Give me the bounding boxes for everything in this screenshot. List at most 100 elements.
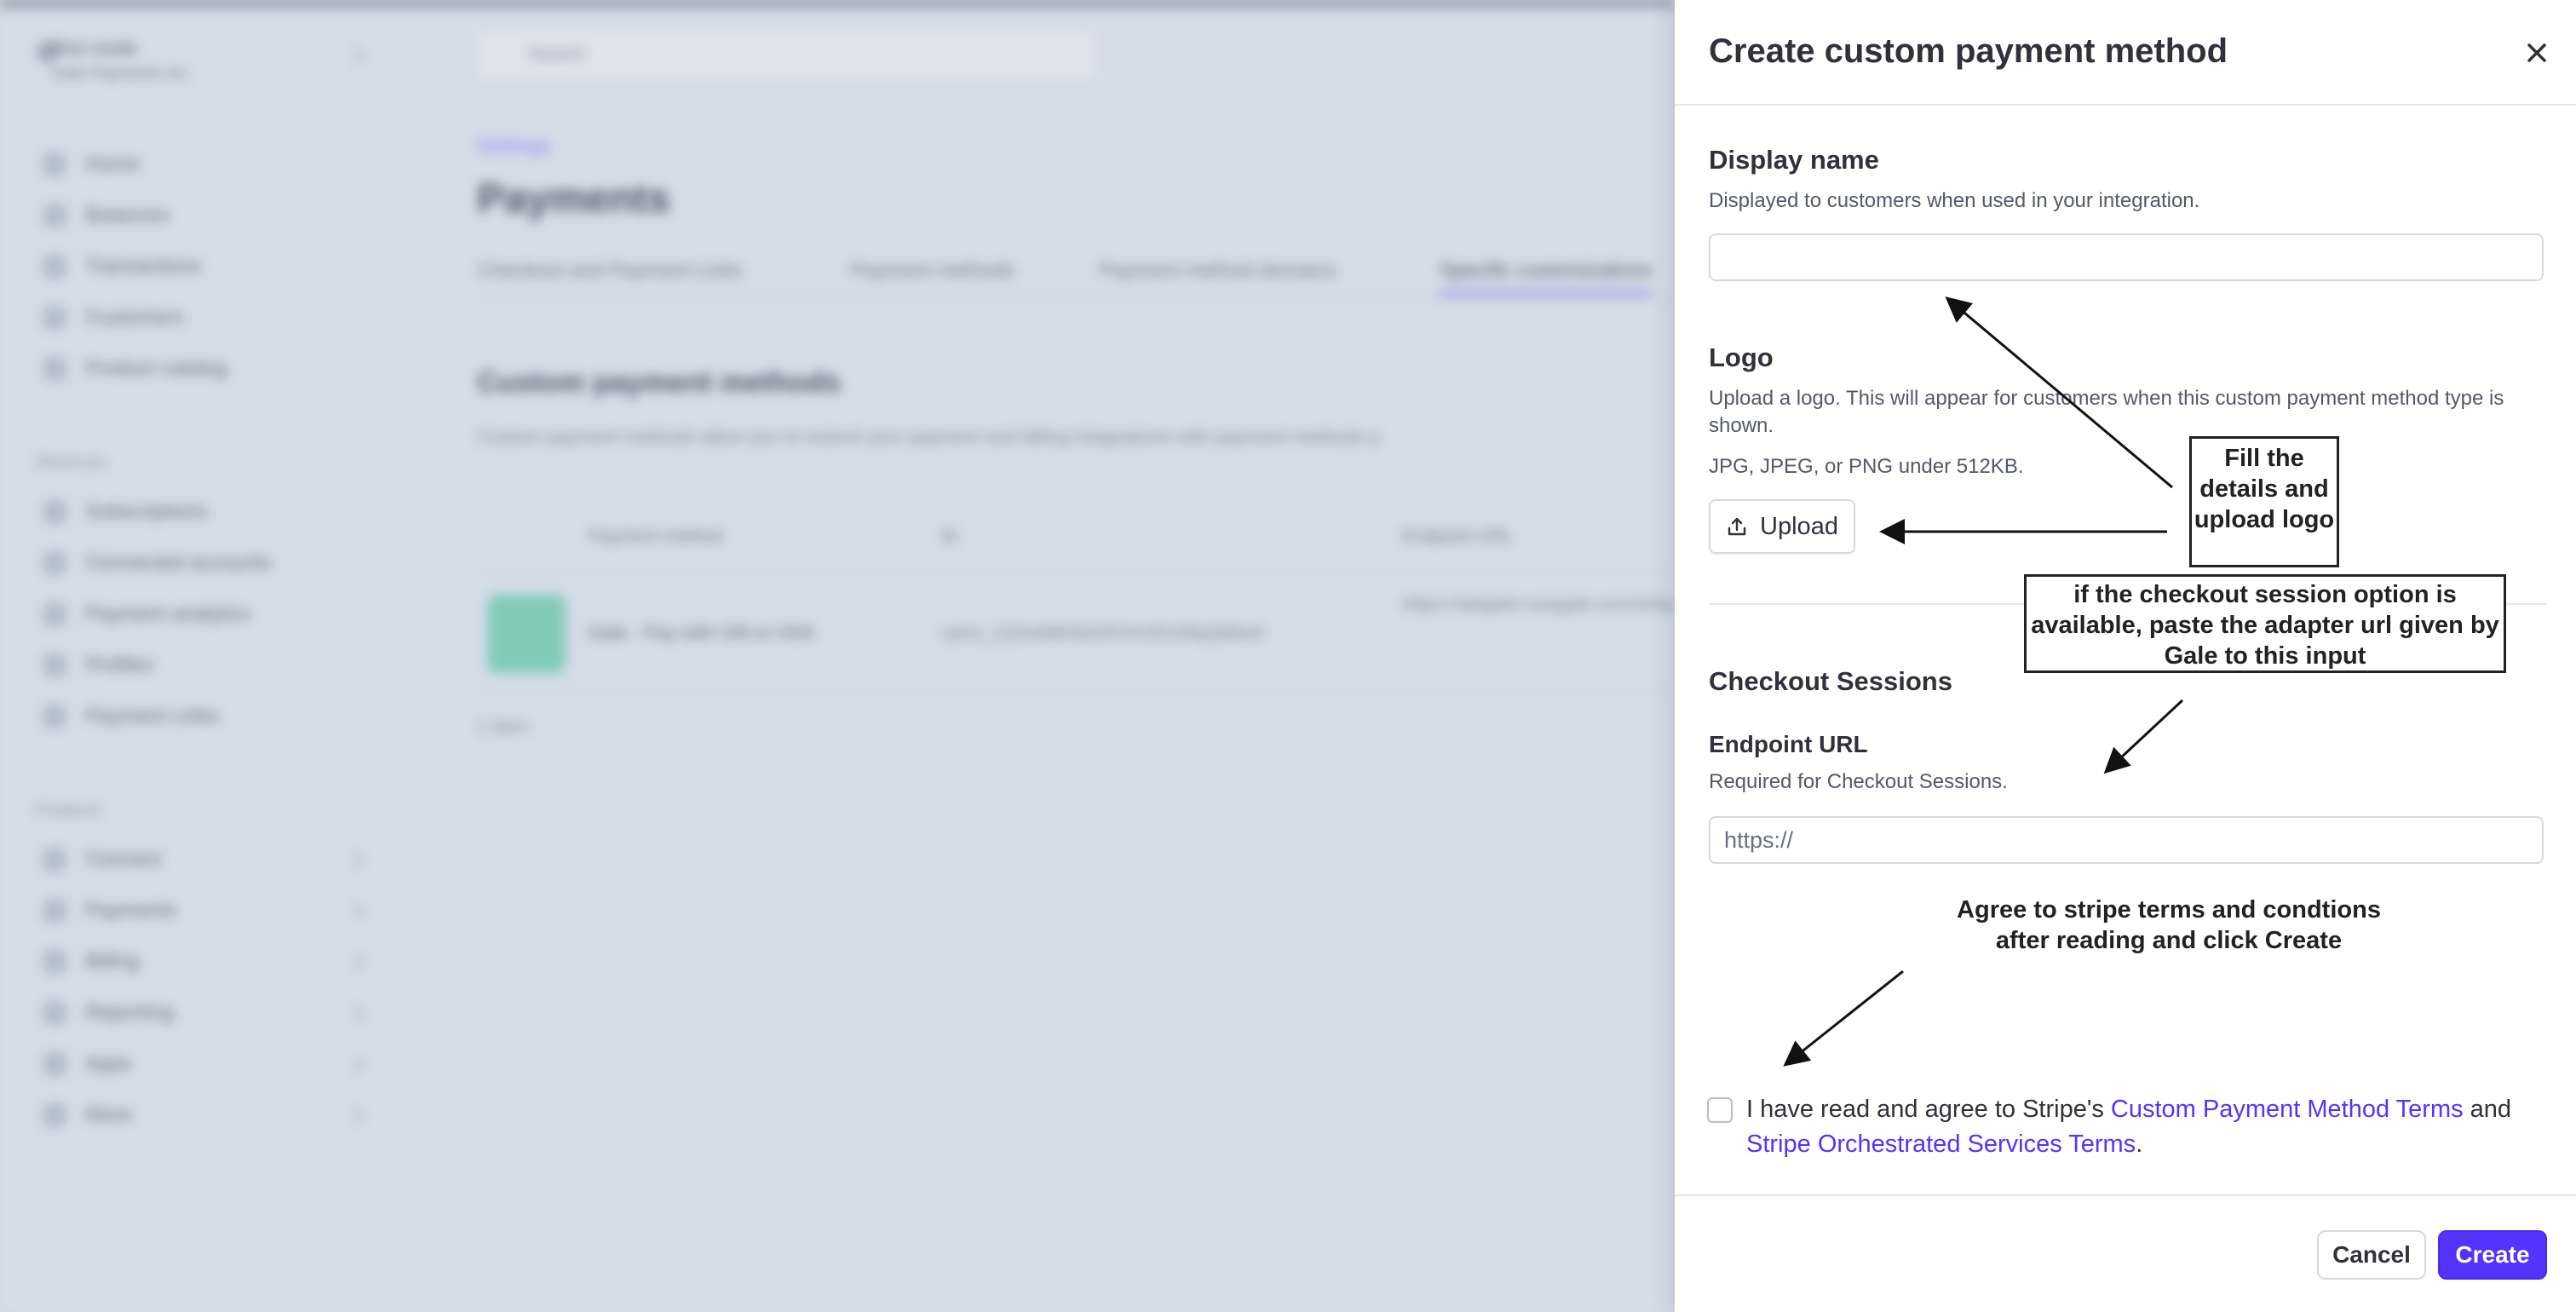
logo-label: Logo [1709, 342, 1774, 372]
background-dashboard: Test mode Gale Payments Inc. Search Home… [0, 0, 1678, 1312]
search-placeholder: Search [528, 44, 585, 64]
account-sub: Gale Payments Inc. [51, 65, 193, 83]
product-more[interactable]: More [43, 1101, 132, 1130]
cancel-button[interactable]: Cancel [2317, 1230, 2426, 1280]
product-apps[interactable]: Apps [43, 1050, 132, 1079]
create-button[interactable]: Create [2438, 1230, 2547, 1280]
nav-item-product-catalog[interactable]: Product catalog [43, 354, 227, 383]
annotation-fill-details: Fill the details and upload logo [2189, 436, 2339, 567]
nav-label: Customers [85, 306, 185, 329]
table-cell-method[interactable]: Gale - Pay with Gift or HSA [588, 622, 815, 644]
logo-formats: JPG, JPEG, or PNG under 512KB. [1709, 455, 2024, 478]
top-bar [0, 0, 1675, 7]
annotation-checkout-note: if the checkout session option is availa… [2024, 574, 2506, 673]
search-input[interactable]: Search [477, 31, 1095, 78]
product-reporting[interactable]: Reporting [43, 998, 174, 1027]
header-divider [1675, 104, 2576, 106]
account-name: Test mode [51, 37, 138, 59]
table-divider [477, 571, 1678, 573]
nav-label: Billing [85, 950, 141, 973]
nav-label: Reporting [85, 1001, 175, 1024]
more-icon [43, 1103, 66, 1127]
nav-item-transactions[interactable]: Transactions [43, 252, 202, 281]
chevron-down-icon [346, 901, 365, 921]
product-connect[interactable]: Connect [43, 845, 161, 874]
chevron-down-icon [346, 1055, 365, 1074]
nav-label: More [85, 1103, 132, 1126]
tab-payment-method-domains[interactable]: Payment method domains [1099, 259, 1337, 283]
clock-icon [43, 602, 66, 626]
page-title: Payments [477, 176, 670, 222]
upload-label: Upload [1760, 512, 1838, 540]
product-payments[interactable]: Payments [43, 896, 176, 925]
chevron-down-icon [346, 46, 365, 66]
apps-icon [43, 1052, 66, 1076]
section-description: Custom payment methods allow you to exte… [477, 426, 1381, 447]
close-icon [2527, 43, 2546, 62]
terms-middle: and [2463, 1096, 2512, 1123]
clock-icon [43, 551, 66, 575]
orchestrated-services-terms-link[interactable]: Stripe Orchestrated Services Terms [1746, 1131, 2136, 1158]
reporting-icon [43, 1001, 66, 1025]
tab-specific-customizations[interactable]: Specific customizations [1440, 259, 1653, 295]
table-cell-id: cpmt_1Q0xM8HbGIRXAJ5U0fqQkBw5 [940, 622, 1265, 643]
shortcut-profiles[interactable]: Profiles [43, 651, 153, 680]
column-header-method: Payment method [588, 527, 723, 546]
endpoint-url-help: Required for Checkout Sessions. [1709, 770, 2008, 793]
shortcut-payment-analytics[interactable]: Payment analytics [43, 600, 251, 629]
chevron-down-icon [346, 850, 365, 870]
shortcuts-heading: Shortcuts [34, 453, 106, 472]
table-divider [477, 690, 1678, 692]
terms-prefix: I have read and agree to Stripe's [1746, 1096, 2111, 1123]
billing-icon [43, 950, 66, 974]
nav-item-customers[interactable]: Customers [43, 303, 184, 332]
result-count: 1 item [477, 716, 528, 737]
shortcut-payment-links[interactable]: Payment Links [43, 702, 219, 731]
tab-checkout[interactable]: Checkout and Payment Links [477, 259, 743, 283]
terms-agreement: I have read and agree to Stripe's Custom… [1746, 1092, 2547, 1162]
transactions-icon [43, 255, 66, 279]
checkout-sessions-heading: Checkout Sessions [1709, 666, 1952, 696]
custom-payment-method-terms-link[interactable]: Custom Payment Method Terms [2111, 1096, 2464, 1123]
tab-divider [477, 298, 1678, 300]
clock-icon [43, 500, 66, 524]
section-title: Custom payment methods [477, 366, 841, 399]
nav-label: Transactions [85, 255, 202, 278]
nav-label: Connected accounts [85, 551, 272, 574]
column-header-endpoint: Endpoint URL [1402, 527, 1514, 546]
chevron-down-icon [346, 952, 365, 972]
column-header-id: ID [940, 527, 958, 546]
nav-item-balances[interactable]: Balances [43, 201, 170, 230]
tab-payment-methods[interactable]: Payment methods [850, 259, 1015, 283]
nav-label: Profiles [85, 653, 154, 676]
chevron-down-icon [346, 1106, 365, 1125]
display-name-help: Displayed to customers when used in your… [1709, 189, 2200, 212]
endpoint-url-input[interactable] [1709, 816, 2544, 864]
display-name-label: Display name [1709, 145, 1879, 175]
annotation-agree-note: Agree to stripe terms and condtions afte… [1957, 896, 2381, 954]
nav-label: Product catalog [85, 357, 227, 380]
home-icon [43, 152, 66, 176]
product-billing[interactable]: Billing [43, 947, 140, 976]
payments-icon [43, 899, 66, 923]
nav-label: Balances [85, 204, 170, 227]
logo-help: Upload a logo. This will appear for cust… [1709, 387, 2504, 437]
nav-label: Payment analytics [85, 602, 251, 625]
chevron-down-icon [346, 1004, 365, 1023]
breadcrumb[interactable]: Settings [477, 135, 551, 158]
terms-checkbox[interactable] [1707, 1097, 1733, 1123]
nav-label: Payments [85, 899, 176, 922]
upload-icon [1728, 517, 1746, 536]
shortcut-subscriptions[interactable]: Subscriptions [43, 498, 208, 527]
endpoint-url-label: Endpoint URL [1709, 731, 1868, 757]
display-name-input[interactable] [1709, 233, 2544, 281]
balances-icon [43, 204, 66, 227]
account-switcher[interactable]: Test mode Gale Payments Inc. [51, 36, 193, 87]
shortcut-connected-accounts[interactable]: Connected accounts [43, 549, 272, 578]
connect-icon [43, 848, 66, 872]
upload-button[interactable]: Upload [1709, 499, 1855, 554]
nav-item-home[interactable]: Home [43, 150, 140, 179]
close-button[interactable] [2518, 34, 2556, 72]
footer-divider [1675, 1194, 2576, 1196]
nav-label: Connect [85, 848, 162, 871]
